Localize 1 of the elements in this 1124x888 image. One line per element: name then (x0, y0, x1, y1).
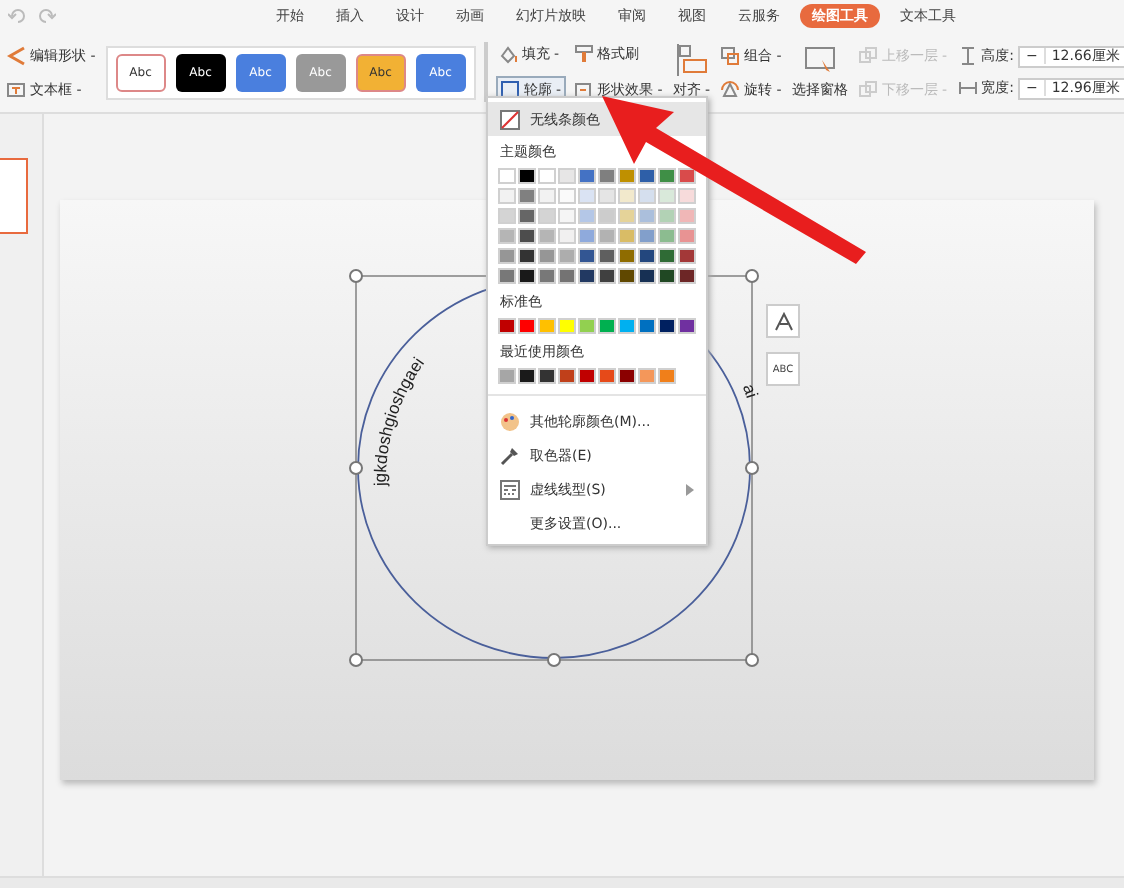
curved-text: ai (739, 381, 763, 401)
